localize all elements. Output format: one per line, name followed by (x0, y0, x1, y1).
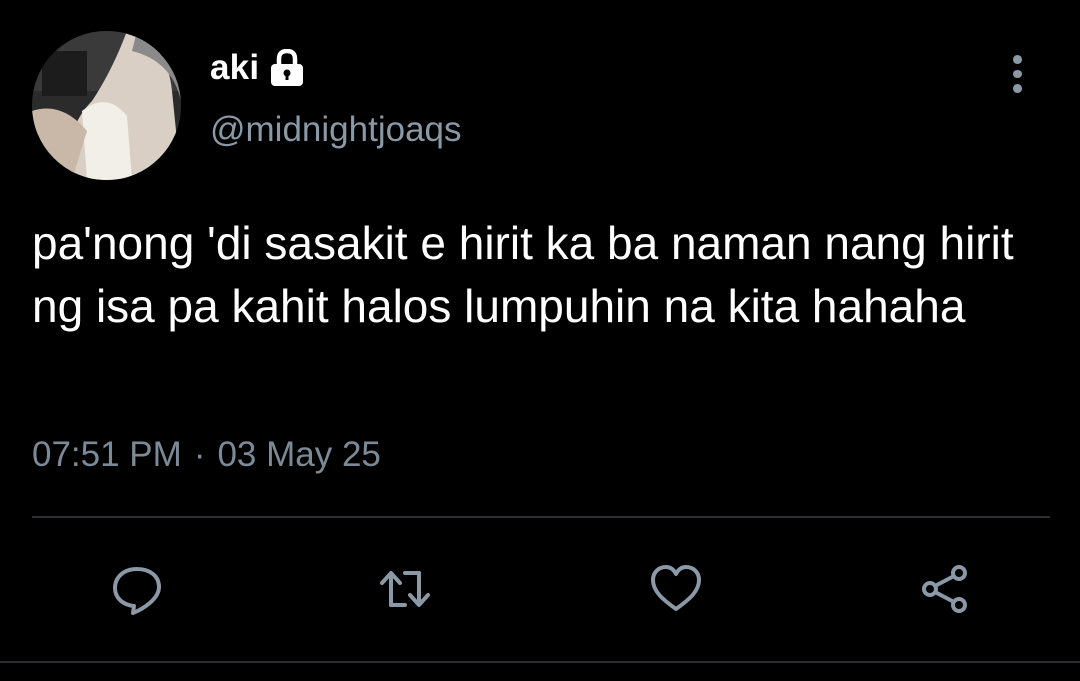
tweet-timestamp[interactable]: 07:51 PM · 03 May 25 (32, 435, 381, 475)
share-nodes-icon (922, 565, 967, 613)
lock-icon (267, 48, 307, 87)
heart-icon (651, 565, 701, 611)
more-dot (1012, 55, 1022, 64)
reply-button[interactable] (106, 558, 168, 620)
tweet-date: 03 May 25 (217, 435, 381, 474)
more-dot (1012, 84, 1022, 94)
speech-bubble-icon (113, 567, 161, 615)
avatar[interactable] (32, 31, 181, 180)
like-button[interactable] (645, 558, 707, 620)
more-dot (1012, 69, 1022, 79)
user-handle[interactable]: @midnightjoaqs (210, 110, 462, 150)
tweet-text: pa'nong 'di sasakit e hirit ka ba naman … (32, 217, 1027, 332)
display-name[interactable]: aki (210, 48, 259, 88)
avatar-image (32, 31, 181, 180)
bottom-divider (0, 661, 1080, 663)
name-row: aki (210, 44, 307, 92)
meta-separator: · (193, 435, 206, 474)
tweet-card: aki @midnightjoaqs pa'nong 'di sasakit e… (0, 0, 1080, 681)
divider (32, 516, 1050, 518)
tweet-time: 07:51 PM (32, 435, 182, 474)
more-options-button[interactable] (995, 52, 1039, 96)
retweet-button[interactable] (374, 558, 436, 620)
share-button[interactable] (914, 558, 976, 620)
retweet-arrows-icon (380, 571, 430, 607)
